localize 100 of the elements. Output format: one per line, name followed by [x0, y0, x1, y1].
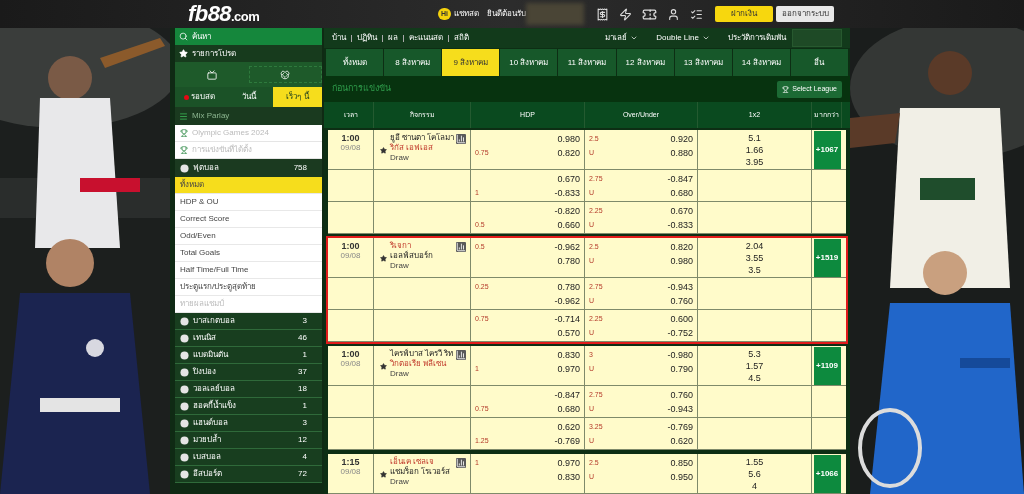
market-item[interactable]: ประตูแรก/ประตูสุดท้าย: [175, 279, 322, 296]
sport-item[interactable]: ปิงปอง 37: [175, 364, 322, 381]
sport-item[interactable]: มวยปล้ำ 12: [175, 432, 322, 449]
date-tab[interactable]: 10 สิงหาคม: [500, 49, 558, 76]
odds-value[interactable]: 0.680: [670, 186, 693, 201]
odds-format-dropdown[interactable]: มาเลย์: [605, 32, 639, 44]
odds-value[interactable]: 0.980: [670, 254, 693, 269]
nav-link[interactable]: บ้าน: [332, 32, 346, 44]
sport-item[interactable]: แฮนด์บอล 3: [175, 415, 322, 432]
odds-value[interactable]: -0.820: [554, 204, 580, 219]
odds-value[interactable]: 0.680: [557, 402, 580, 417]
football-item[interactable]: ฟุตบอล 758: [175, 159, 322, 177]
sport-item[interactable]: เบสบอล 4: [175, 449, 322, 466]
date-tab[interactable]: 14 สิงหาคม: [732, 49, 790, 76]
odds-value[interactable]: 1.57: [745, 360, 764, 372]
view-tab[interactable]: รอบสด: [175, 87, 224, 107]
odds-value[interactable]: 0.920: [670, 132, 693, 147]
market-item[interactable]: Total Goals: [175, 245, 322, 262]
favorite-star-icon[interactable]: [380, 147, 387, 154]
odds-value[interactable]: -0.833: [667, 218, 693, 233]
odds-value[interactable]: 0.950: [670, 470, 693, 485]
odds-value[interactable]: 0.830: [557, 348, 580, 363]
date-tab[interactable]: ทั้งหมด: [326, 49, 384, 76]
odds-value[interactable]: 0.820: [670, 240, 693, 255]
market-item[interactable]: Odd/Even: [175, 228, 322, 245]
site-logo[interactable]: fb88.com: [188, 3, 260, 25]
odds-value[interactable]: 3.55: [745, 252, 764, 264]
bet-history-link[interactable]: ประวัติการเดิมพัน: [728, 32, 786, 44]
odds-value[interactable]: 0.760: [670, 388, 693, 403]
stats-icon[interactable]: [456, 350, 466, 360]
odds-value[interactable]: 0.880: [670, 146, 693, 161]
odds-value[interactable]: 0.980: [557, 132, 580, 147]
more-markets-button[interactable]: +1067: [813, 131, 841, 169]
odds-value[interactable]: 0.660: [557, 218, 580, 233]
odds-value[interactable]: 0.570: [557, 326, 580, 341]
odds-value[interactable]: -0.752: [667, 326, 693, 341]
odds-value[interactable]: 0.760: [670, 294, 693, 309]
sport-item[interactable]: แบดมินตัน 1: [175, 347, 322, 364]
odds-value[interactable]: 1.55: [745, 456, 764, 468]
logout-button[interactable]: ออกจากระบบ: [776, 6, 834, 22]
date-tab[interactable]: 13 สิงหาคม: [674, 49, 732, 76]
market-item[interactable]: Correct Score: [175, 211, 322, 228]
more-markets-button[interactable]: +1519: [813, 239, 841, 277]
odds-value[interactable]: -0.847: [667, 172, 693, 187]
odds-value[interactable]: 5.3: [748, 348, 761, 360]
sport-item[interactable]: วอลเลย์บอล 18: [175, 381, 322, 398]
lightning-icon[interactable]: [619, 7, 632, 21]
odds-value[interactable]: -0.833: [554, 186, 580, 201]
odds-value[interactable]: 5.1: [748, 132, 761, 144]
line-mode-dropdown[interactable]: Double Line: [656, 32, 710, 44]
chat-link[interactable]: แชทสด: [454, 8, 479, 20]
nav-link[interactable]: คะแนนสด: [409, 32, 443, 44]
odds-value[interactable]: 0.850: [670, 456, 693, 471]
more-markets-button[interactable]: +1066: [813, 455, 841, 493]
odds-value[interactable]: 0.820: [557, 146, 580, 161]
odds-value[interactable]: 0.970: [557, 362, 580, 377]
odds-value[interactable]: 4.5: [748, 372, 761, 384]
odds-value[interactable]: 0.830: [557, 470, 580, 485]
user-icon[interactable]: [667, 7, 680, 21]
nav-link[interactable]: ปฏิทิน: [357, 32, 377, 44]
odds-value[interactable]: 0.780: [557, 254, 580, 269]
odds-value[interactable]: -0.962: [554, 240, 580, 255]
stats-icon[interactable]: [456, 242, 466, 252]
odds-value[interactable]: -0.769: [667, 420, 693, 435]
nav-link[interactable]: สถิติ: [454, 32, 469, 44]
odds-value[interactable]: -0.714: [554, 312, 580, 327]
odds-value[interactable]: 2.04: [745, 240, 764, 252]
market-item[interactable]: ทั้งหมด: [175, 177, 322, 194]
view-tab[interactable]: วันนี้: [224, 87, 273, 107]
deposit-button[interactable]: ฝากเงิน: [715, 6, 773, 22]
odds-value[interactable]: 0.670: [670, 204, 693, 219]
market-item[interactable]: HDP & OU: [175, 194, 322, 211]
dog-toggle[interactable]: [248, 66, 322, 83]
odds-value[interactable]: -0.962: [554, 294, 580, 309]
favorite-star-icon[interactable]: [380, 255, 387, 262]
odds-value[interactable]: 0.780: [557, 280, 580, 295]
date-tab[interactable]: อื่น: [790, 49, 848, 76]
odds-value[interactable]: 0.620: [670, 434, 693, 449]
date-tab[interactable]: 8 สิงหาคม: [384, 49, 442, 76]
checklist-icon[interactable]: [690, 7, 703, 21]
sport-item[interactable]: ฮอคกี้น้ำแข็ง 1: [175, 398, 322, 415]
sport-item[interactable]: อีสปอร์ต 72: [175, 466, 322, 483]
ticket-icon[interactable]: [642, 6, 657, 22]
view-tab[interactable]: เร็วๆ นี้: [273, 87, 322, 107]
date-tab[interactable]: 12 สิงหาคม: [616, 49, 674, 76]
nav-link[interactable]: ผล: [388, 32, 398, 44]
sport-item[interactable]: เทนนิส 46: [175, 330, 322, 347]
odds-value[interactable]: 0.600: [670, 312, 693, 327]
odds-value[interactable]: 0.620: [557, 420, 580, 435]
sport-item[interactable]: บาสเกตบอล 3: [175, 313, 322, 330]
odds-value[interactable]: 5.6: [748, 468, 761, 480]
favorite-star-icon[interactable]: [380, 471, 387, 478]
odds-value[interactable]: 3.5: [748, 264, 761, 276]
date-tab[interactable]: 9 สิงหาคม: [442, 49, 500, 76]
odds-value[interactable]: 0.670: [557, 172, 580, 187]
odds-value[interactable]: 0.970: [557, 456, 580, 471]
favorite-star-icon[interactable]: [380, 363, 387, 370]
favorites-item[interactable]: รายการโปรด: [175, 45, 322, 62]
odds-value[interactable]: -0.943: [667, 402, 693, 417]
mix-parlay-item[interactable]: Mix Parlay: [175, 107, 322, 125]
